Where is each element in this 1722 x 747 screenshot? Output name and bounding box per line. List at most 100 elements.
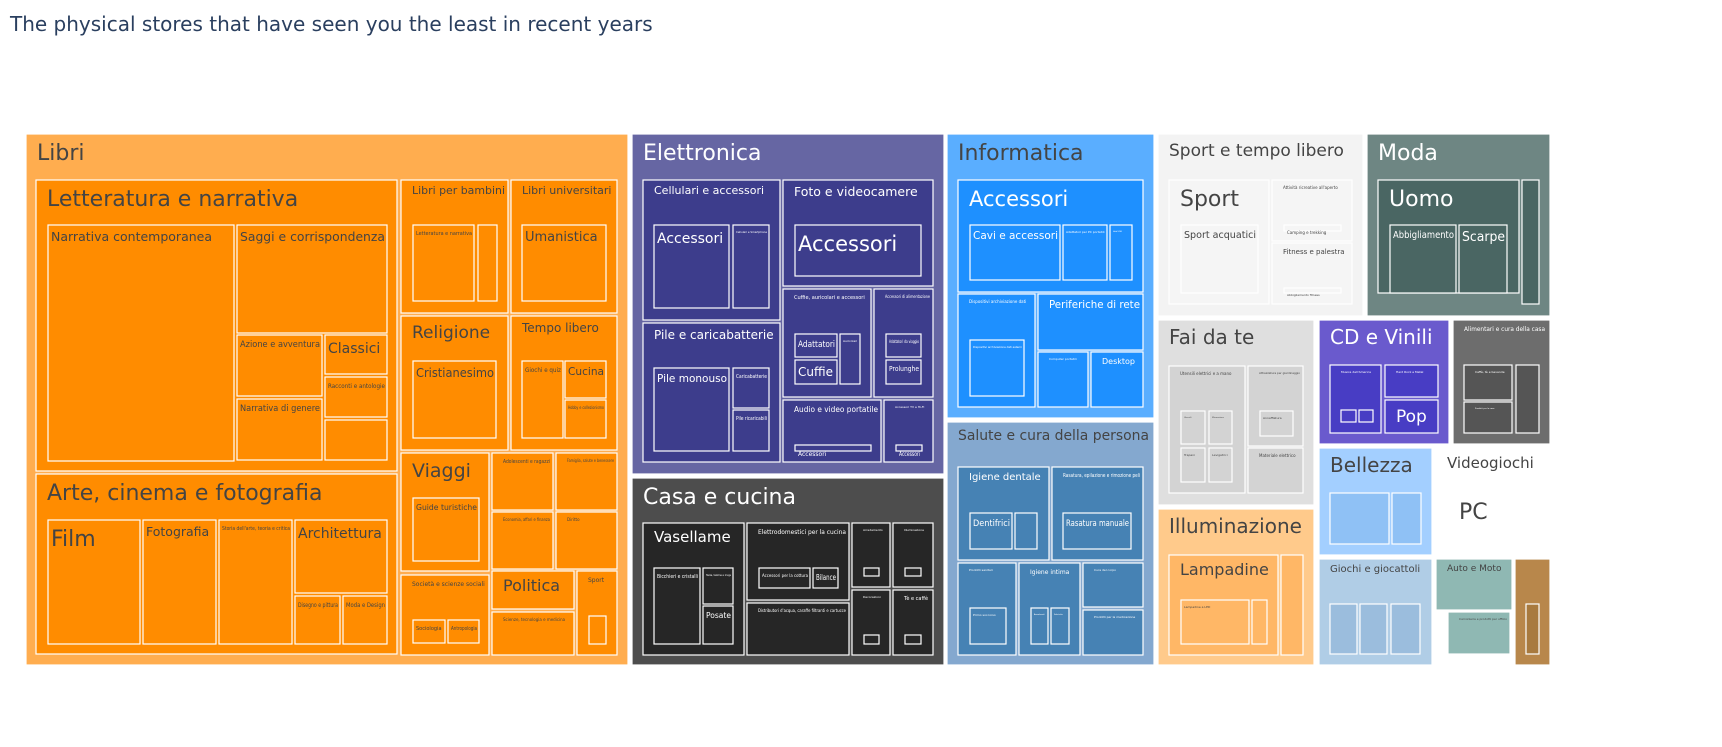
tile-label-disegno-e-pittura: Disegno e pittura: [298, 602, 338, 609]
tile-unnamed: [1390, 603, 1421, 655]
tile-label-pile-ricaricabili: Pile ricaricabili: [736, 416, 767, 422]
tile-unnamed: [863, 634, 880, 645]
tile-label-attrezzature-per-giardinaggio: Attrezzature per giardinaggio: [1259, 371, 1300, 375]
tile-label-adattatori-per-pc-portatili: Adattatori per PC portatili: [1066, 230, 1105, 234]
tile-unnamed: [477, 224, 498, 302]
tile-label-annaffiatura: Annaffiatura: [1263, 416, 1282, 420]
tile-label-rasatura-epilazione-e-rimozione-peli: Rasatura, epilazione e rimozione peli: [1063, 473, 1140, 479]
tile-label-periferiche-di-rete: Periferiche di rete: [1049, 298, 1140, 311]
tile-label-arredamento: Arredamento: [863, 528, 883, 532]
tile-label-cellulari-e-accessori: Cellulari e accessori: [654, 184, 764, 197]
tile-label-adattatori-da-viaggio: Adattatori da viaggio: [889, 339, 919, 344]
tile-unnamed: [1525, 603, 1540, 655]
tile-label-economia-affari-e-finanza: Economia, affari e finanza: [503, 517, 550, 522]
tile-label-libri-universitari: Libri universitari: [522, 184, 611, 197]
tile-label-cd-e-vinili: CD e Vinili: [1330, 325, 1433, 349]
tile-label-umanistica: Umanistica: [525, 230, 598, 245]
tile-label-racconti-e-antologie: Racconti e antologie: [328, 383, 385, 390]
tile-label-letteratura-e-narrativa: Letteratura e narrativa: [47, 187, 298, 212]
tile-label-architettura: Architettura: [298, 526, 382, 542]
tile-label-sport: Sport: [588, 577, 605, 584]
tile-unnamed: [1359, 603, 1388, 655]
tile-unnamed: [1521, 179, 1540, 305]
tile-label-elettronica: Elettronica: [643, 141, 761, 166]
tile-label-accessori: Accessori: [798, 232, 897, 256]
tile-label-casa-e-cucina: Casa e cucina: [643, 485, 796, 510]
tile-label-materiale-elettrico: Materiale elettrico: [1259, 453, 1296, 458]
tile-label-famiglia-salute-e-benessere: Famiglia, salute e benessere: [567, 458, 614, 463]
tile-diritto: [555, 511, 618, 570]
tile-label-informatica: Informatica: [958, 141, 1084, 166]
tile-label-assorbenti: Assorbenti: [1034, 613, 1045, 616]
tile-label-cavi-e-accessori: Cavi e accessori: [973, 229, 1058, 242]
tile-label-cuffie-auricolari-e-accessori: Cuffie, auricolari e accessori: [794, 295, 865, 301]
tile-label-auricolari: Auricolari: [843, 339, 857, 343]
tile-label-prodotti-per-la-medicazione: Prodotti per la medicazione: [1094, 615, 1135, 619]
tile-label-hobby-e-collezionismo: Hobby e collezionismo: [568, 405, 604, 410]
tile-label-scarpe: Scarpe: [1462, 230, 1505, 245]
tile-label-auto-e-moto: Auto e Moto: [1447, 564, 1502, 574]
tile-label-adolescenti-e-ragazzi: Adolescenti e ragazzi: [503, 459, 550, 465]
tile-label-guide-turistiche: Guide turistiche: [416, 503, 477, 512]
tile-label-prolunghe: Prolunghe: [889, 365, 919, 373]
tile-label-trapani: Trapani: [1183, 453, 1195, 457]
tile-label-giochi-e-giocattoli: Giochi e giocattoli: [1330, 564, 1420, 575]
tile-label-accessori-tv-e-hi-fi: Accessori TV e Hi-Fi: [895, 405, 924, 409]
tile-label-dispositivi-archiviazione-dati-esterni: Dispositivi archiviazione dati esterni: [973, 345, 1022, 349]
tile-unnamed: [1329, 603, 1358, 655]
tile-label-pile-monouso: Pile monouso: [657, 372, 727, 385]
tile-utensili: [1180, 410, 1206, 445]
tile-label-pile-e-caricabatterie: Pile e caricabatterie: [654, 328, 774, 342]
tile-label-film: Film: [51, 527, 96, 552]
tile-label-bellezza: Bellezza: [1330, 453, 1413, 477]
tile-label-tempo-libero: Tempo libero: [521, 321, 599, 335]
tile-label-politica: Politica: [503, 576, 560, 595]
tile-label-vasellame: Vasellame: [654, 528, 731, 546]
tile-label-accessori: Accessori: [899, 451, 920, 458]
tile-unnamed: [1280, 554, 1304, 656]
tile-label-posate: Posate: [706, 611, 731, 620]
tile-label-utensili: Utensili: [1184, 416, 1192, 419]
tile-label-videogiochi: Videogiochi: [1447, 454, 1534, 472]
tile-label-decorazioni: Decorazioni: [863, 595, 881, 599]
tile-label-libri-per-bambini: Libri per bambini: [412, 184, 505, 197]
tile-label-primo-soccorso: Primo soccorso: [973, 613, 996, 617]
tile-storia-dell-arte-teoria-e-critica: [218, 519, 293, 645]
tile-unnamed: [1391, 492, 1422, 545]
tile-label-igiene-intima: Igiene intima: [1030, 569, 1070, 576]
tile-label-illuminazione: Illuminazione: [1169, 514, 1302, 538]
tile-label-narrativa-di-genere: Narrativa di genere: [240, 404, 320, 414]
tile-label-classici: Classici: [328, 341, 380, 357]
tile-unnamed: [1358, 409, 1374, 423]
tile-label-religione: Religione: [412, 323, 490, 343]
tile-annaffiatura: [1259, 410, 1294, 437]
tile-label-storia-dell-arte-teoria-e-critica: Storia dell'arte, teoria e critica: [222, 526, 290, 532]
tile-label-adattatori: Adattatori: [798, 340, 835, 350]
tile-label-rasatura-manuale: Rasatura manuale: [1066, 519, 1129, 529]
tile-label-carrozzeria-e-prodotti-per-ufficio: Carrozzeria e prodotti per ufficio: [1459, 617, 1507, 621]
tile-arredamento: [851, 522, 891, 588]
tile-label-uomo: Uomo: [1389, 187, 1453, 212]
tile-unnamed: [324, 419, 388, 461]
tile-hub-usb: [1109, 224, 1133, 281]
tile-label-sociologia: Sociologia: [416, 626, 442, 632]
tile-igiene-intima: [1018, 562, 1081, 656]
tile-label-societa-e-scienze-sociali: Società e scienze sociali: [412, 581, 485, 588]
tile-label-foto-e-videocamere: Foto e videocamere: [794, 184, 918, 199]
tile-decorazioni: [851, 589, 891, 656]
tile-label-sport-acquatici: Sport acquatici: [1184, 230, 1256, 241]
tile-unnamed: [1014, 512, 1038, 550]
tile-label-musica-dell-america: Musica dell'America: [1341, 370, 1371, 374]
tile-label-sport-e-tempo-libero: Sport e tempo libero: [1169, 141, 1344, 161]
tile-label-diritto: Diritto: [567, 517, 580, 522]
tile-label-fitness-e-palestra: Fitness e palestra: [1283, 248, 1345, 256]
tile-unnamed: [1329, 492, 1390, 545]
tile-unnamed: [1340, 409, 1357, 423]
tile-label-bilance: Bilance: [816, 573, 836, 582]
tile-prodotti-per-la-casa: [1463, 401, 1513, 434]
tile-label-audio-e-video-portatile: Audio e video portatile: [794, 405, 878, 414]
tile-label-camping-e-trekking: Camping e trekking: [1287, 230, 1327, 235]
tile-label-salute-e-cura-della-persona: Salute e cura della persona: [958, 428, 1149, 444]
tile-label-cucina: Cucina: [568, 365, 604, 378]
tile-label-alimentari-e-cura-della-casa: Alimentari e cura della casa: [1464, 326, 1545, 333]
